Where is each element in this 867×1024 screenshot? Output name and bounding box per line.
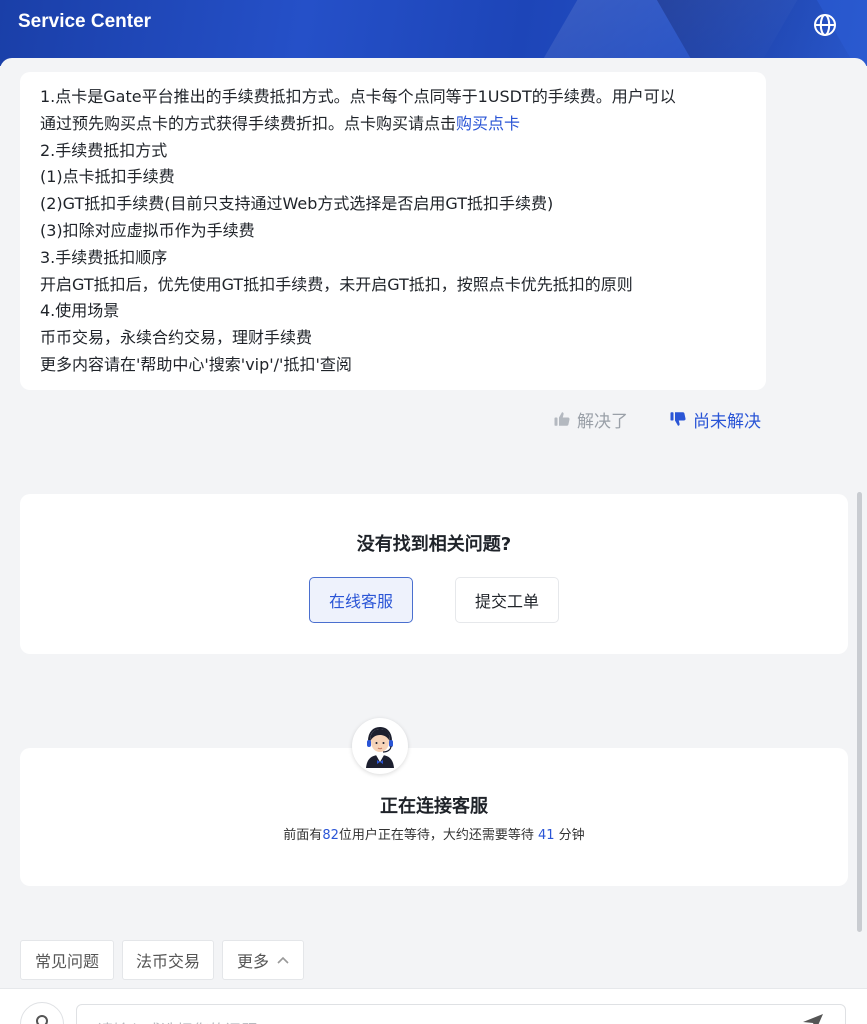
answer-line: 1.点卡是Gate平台推出的手续费抵扣方式。点卡每个点同等于1USDT的手续费。… <box>40 87 676 106</box>
chevron-up-icon <box>277 956 289 964</box>
answer-line-text: 通过预先购买点卡的方式获得手续费折扣。点卡购买请点击 <box>40 113 457 133</box>
connecting-title: 正在连接客服 <box>380 796 488 817</box>
solved-label: 解决了 <box>577 411 628 432</box>
answer-card: 1.点卡是Gate平台推出的手续费抵扣方式。点卡每个点同等于1USDT的手续费。… <box>20 72 766 390</box>
send-icon[interactable] <box>802 1013 824 1024</box>
answer-line: 通过预先购买点卡的方式获得手续费折扣。点卡购买请点击购买点卡 <box>40 111 746 138</box>
chip-more-label: 更多 <box>236 952 269 971</box>
queue-count: 82 <box>322 828 339 843</box>
answer-line: 币币交易，永续合约交易，理财手续费 <box>40 328 313 348</box>
chip-faq[interactable]: 常见问题 <box>20 940 114 980</box>
answer-line: (3)扣除对应虚拟币作为手续费 <box>40 220 255 240</box>
page-title: Service Center <box>18 11 152 32</box>
queue-text-prefix: 前面有 <box>283 828 323 843</box>
answer-line: (1)点卡抵扣手续费 <box>40 167 175 187</box>
queue-status: 前面有82位用户正在等待，大约还需要等待 41 分钟 <box>20 824 848 843</box>
header-bar: Service Center <box>0 0 867 66</box>
not-found-card: 没有找到相关问题? 在线客服 提交工单 <box>20 494 848 654</box>
support-agent-icon <box>366 726 394 768</box>
queue-text-middle: 位用户正在等待，大约还需要等待 <box>338 828 538 843</box>
thumbs-down-icon <box>670 412 686 426</box>
unsolved-button[interactable]: 尚未解决 <box>669 406 761 432</box>
unsolved-label: 尚未解决 <box>693 411 761 432</box>
answer-line: (2)GT抵扣手续费(目前只支持通过Web方式选择是否启用GT抵扣手续费) <box>40 194 554 214</box>
globe-icon[interactable] <box>813 13 837 37</box>
answer-line: 2.手续费抵扣方式 <box>40 140 168 160</box>
agent-avatar <box>352 718 408 774</box>
chip-fiat-trading[interactable]: 法币交易 <box>122 940 214 980</box>
submit-ticket-button[interactable]: 提交工单 <box>455 577 559 623</box>
scrollbar-thumb[interactable] <box>857 492 862 932</box>
buy-points-card-link[interactable]: 购买点卡 <box>456 114 520 133</box>
not-found-question: 没有找到相关问题? <box>356 534 512 555</box>
solved-button[interactable]: 解决了 <box>553 406 628 432</box>
answer-line: 更多内容请在'帮助中心'搜索'vip'/'抵扣'查阅 <box>40 354 352 374</box>
answer-line: 3.手续费抵扣顺序 <box>40 247 168 267</box>
connecting-card: 正在连接客服 前面有82位用户正在等待，大约还需要等待 41 分钟 <box>20 748 848 886</box>
answer-line: 开启GT抵扣后，优先使用GT抵扣手续费，未开启GT抵扣，按照点卡优先抵扣的原则 <box>40 274 633 294</box>
online-service-button[interactable]: 在线客服 <box>309 577 413 623</box>
queue-text-suffix: 分钟 <box>554 828 585 843</box>
thumbs-up-icon <box>554 412 570 426</box>
user-icon <box>36 1015 48 1024</box>
wait-minutes: 41 <box>538 828 555 843</box>
chip-more[interactable]: 更多 <box>222 940 304 980</box>
answer-line: 4.使用场景 <box>40 301 120 321</box>
question-input[interactable]: 请输入或选择您的问题 <box>76 1004 846 1024</box>
